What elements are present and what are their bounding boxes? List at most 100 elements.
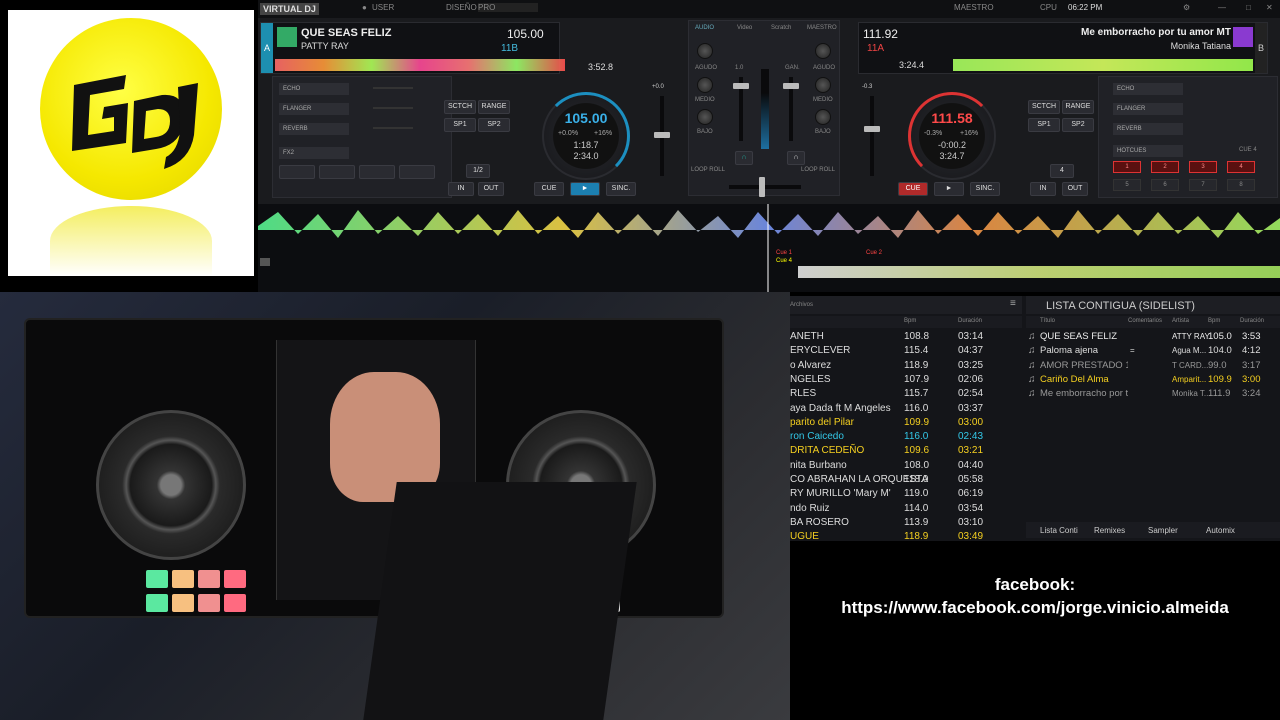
deck-a-overview-wave[interactable] <box>275 59 565 71</box>
deck-a-loop-size[interactable]: 1/2 <box>466 164 490 178</box>
list-item[interactable]: DRITA CEDEÑO 109.6 03:21 <box>790 444 1020 458</box>
deck-b-pitch-fader[interactable] <box>864 96 880 176</box>
facebook-url[interactable]: https://www.facebook.com/jorge.vinicio.a… <box>790 598 1280 618</box>
deck-a-sp1-button[interactable]: SP1 <box>444 118 476 132</box>
sampler-pad-3[interactable] <box>359 165 395 179</box>
deck-a-range-button[interactable]: RANGE <box>478 100 510 114</box>
eq-a-high-knob[interactable] <box>697 43 713 59</box>
fx-b-2[interactable]: FLANGER <box>1113 103 1183 115</box>
layout-select[interactable]: PRO <box>478 3 538 12</box>
deck-b-loop-size[interactable]: 4 <box>1050 164 1074 178</box>
fx2-select[interactable]: FX2 <box>279 147 349 159</box>
tab-audio[interactable]: AUDIO <box>695 25 714 31</box>
list-item[interactable]: ron Caicedo 116.0 02:43 <box>790 430 1020 444</box>
tab-remixes[interactable]: Remixes <box>1094 526 1125 535</box>
hotcue-6[interactable]: 6 <box>1151 179 1179 191</box>
sidelist-item[interactable]: ♫ AMOR PRESTADO 1 EDITED... T CARD...99.0 3… <box>1026 359 1276 373</box>
deck-b-overview-wave[interactable] <box>953 59 1253 71</box>
fx-a-1[interactable]: ECHO <box>279 83 349 95</box>
deck-a-cue-button[interactable]: CUE <box>534 182 564 196</box>
list-item[interactable]: NGELES 107.9 02:06 <box>790 373 1020 387</box>
deck-a-sync-button[interactable]: SINC. <box>606 182 636 196</box>
deck-b-sp2-button[interactable]: SP2 <box>1062 118 1094 132</box>
list-item[interactable]: ndo Ruiz 114.0 03:54 <box>790 502 1020 516</box>
fx-a-2[interactable]: FLANGER <box>279 103 349 115</box>
headphone-b-icon[interactable]: ∩ <box>787 151 805 165</box>
fx-a-3[interactable]: REVERB <box>279 123 349 135</box>
deck-b-scratch-button[interactable]: SCTCH <box>1028 100 1060 114</box>
list-item[interactable]: RLES 115.7 02:54 <box>790 387 1020 401</box>
maximize-icon[interactable]: □ <box>1246 3 1251 12</box>
hotcue-4[interactable]: 4 <box>1227 161 1255 173</box>
list-item[interactable]: parito del Pilar 109.9 03:00 <box>790 416 1020 430</box>
list-item[interactable]: CO ABRAHAN LA ORQUESTA 118.0 05:58 <box>790 473 1020 487</box>
eq-a-mid-knob[interactable] <box>697 77 713 93</box>
hotcue-2[interactable]: 2 <box>1151 161 1179 173</box>
tab-master[interactable]: MAESTRO <box>807 25 837 31</box>
crossfader[interactable] <box>729 177 801 197</box>
deck-b-in-button[interactable]: IN <box>1030 182 1056 196</box>
tab-lista-conti[interactable]: Lista Conti <box>1040 526 1078 535</box>
deck-b-sync-button[interactable]: SINC. <box>970 182 1000 196</box>
side-col-bpm[interactable]: Bpm <box>1208 318 1220 324</box>
list-item[interactable]: ERYCLEVER 115.4 04:37 <box>790 344 1020 358</box>
deck-a-play-button[interactable]: ► <box>570 182 600 196</box>
headphone-a-icon[interactable]: ∩ <box>735 151 753 165</box>
list-item[interactable]: o Alvarez 118.9 03:25 <box>790 359 1020 373</box>
cue2-marker[interactable]: Cue 2 <box>866 250 882 256</box>
sampler-pad-1[interactable] <box>279 165 315 179</box>
side-col-title[interactable]: Título <box>1040 318 1055 324</box>
col-bpm[interactable]: Bpm <box>904 318 916 324</box>
hotcues-select[interactable]: HOTCUES <box>1113 145 1183 157</box>
sidelist-item[interactable]: ♫ Cariño Del Alma Amparit... 109.9 3:00 <box>1026 373 1276 387</box>
hotcue-1[interactable]: 1 <box>1113 161 1141 173</box>
sidelist-item[interactable]: ♫ QUE SEAS FELIZ ATTY RAY 105.0 3:53 <box>1026 330 1276 344</box>
deck-b-play-button[interactable]: ► <box>934 182 964 196</box>
sidelist-item[interactable]: ♫ Me emborracho por tu a... Monika T...111… <box>1026 387 1276 401</box>
menu-icon[interactable]: ≡ <box>1010 298 1016 309</box>
list-item[interactable]: UGUE 118.9 03:49 <box>790 530 1020 544</box>
minimize-icon[interactable]: — <box>1218 3 1226 12</box>
hotcue-3[interactable]: 3 <box>1189 161 1217 173</box>
list-item[interactable]: aya Dada ft M Angeles 116.0 03:37 <box>790 402 1020 416</box>
tab-scratch[interactable]: Scratch <box>771 25 791 31</box>
deck-b-out-button[interactable]: OUT <box>1062 182 1088 196</box>
sampler-pad-2[interactable] <box>319 165 355 179</box>
waveform-display[interactable]: Cue 1 Cue 4 Cue 2 <box>258 204 1280 292</box>
deck-a-out-button[interactable]: OUT <box>478 182 504 196</box>
side-col-comments[interactable]: Comentarios <box>1128 318 1162 324</box>
hotcue-7[interactable]: 7 <box>1189 179 1217 191</box>
gear-icon[interactable]: ⚙ <box>1183 3 1190 12</box>
tab-automix[interactable]: Automix <box>1206 526 1235 535</box>
deck-b-letter[interactable]: B <box>1255 23 1267 73</box>
deck-a-sp2-button[interactable]: SP2 <box>478 118 510 132</box>
fx-b-3[interactable]: REVERB <box>1113 123 1183 135</box>
deck-b-sp1-button[interactable]: SP1 <box>1028 118 1060 132</box>
tab-sampler[interactable]: Sampler <box>1148 526 1178 535</box>
deck-a-in-button[interactable]: IN <box>448 182 474 196</box>
deck-b-jog-wheel[interactable]: 111.58 -0.3% +16% -0:00.2 3:24.7 <box>908 92 996 180</box>
deck-a-scratch-button[interactable]: SCTCH <box>444 100 476 114</box>
cue4-marker[interactable]: Cue 4 <box>776 258 792 264</box>
deck-a-letter[interactable]: A <box>261 23 273 73</box>
volume-a-fader[interactable] <box>733 77 749 141</box>
volume-b-fader[interactable] <box>783 77 799 141</box>
deck-b-range-button[interactable]: RANGE <box>1062 100 1094 114</box>
side-col-artist[interactable]: Artista <box>1172 318 1189 324</box>
side-col-duration[interactable]: Duración <box>1240 318 1264 324</box>
sidelist-item[interactable]: ♫ Paloma ajena = Agua M... 104.0 4:12 <box>1026 344 1276 358</box>
close-icon[interactable]: ✕ <box>1266 3 1273 12</box>
list-item[interactable]: RY MURILLO 'Mary M' 119.0 06:19 <box>790 487 1020 501</box>
cue1-marker[interactable]: Cue 1 <box>776 250 792 256</box>
user-icon[interactable]: ● <box>362 3 367 12</box>
hotcue-5[interactable]: 5 <box>1113 179 1141 191</box>
col-duration[interactable]: Duración <box>958 318 982 324</box>
deck-b-cue-button[interactable]: CUE <box>898 182 928 196</box>
sampler-pad-4[interactable] <box>399 165 435 179</box>
list-item[interactable]: BA ROSERO 113.9 03:10 <box>790 516 1020 530</box>
eq-b-low-knob[interactable] <box>815 109 831 125</box>
tab-video[interactable]: Video <box>737 25 752 31</box>
list-item[interactable]: ANETH 108.8 03:14 <box>790 330 1020 344</box>
eq-b-mid-knob[interactable] <box>815 77 831 93</box>
eq-a-low-knob[interactable] <box>697 109 713 125</box>
